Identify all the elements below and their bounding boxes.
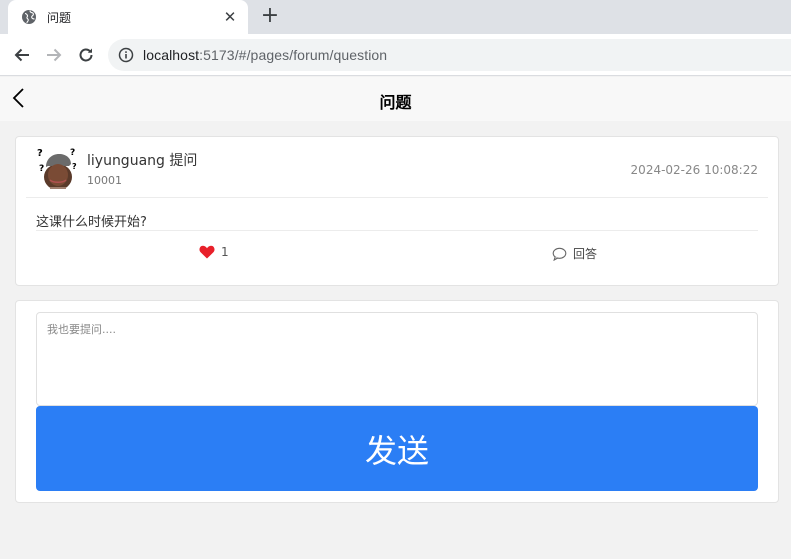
like-button[interactable]: 1 [199,245,229,259]
forward-arrow-icon[interactable] [42,43,66,67]
browser-tab-strip: 问题 ✕ + [0,0,791,34]
ask-card: 发送 [15,300,779,503]
address-bar[interactable]: localhost:5173/#/pages/forum/question [108,39,791,71]
question-card: ? ? ? ? liyunguang 提问 10001 2024-02-26 1… [15,136,779,286]
svg-text:?: ? [70,148,75,158]
url-text: localhost:5173/#/pages/forum/question [143,47,387,63]
tab-close-icon[interactable]: ✕ [222,8,238,26]
info-icon[interactable] [118,47,134,63]
globe-icon [21,9,37,25]
browser-tab[interactable]: 问题 ✕ [8,0,248,34]
page-title: 问题 [379,93,412,112]
divider [26,197,768,198]
svg-text:?: ? [37,148,43,159]
author-id: 10001 [87,174,122,187]
answer-label: 回答 [573,247,598,261]
svg-text:?: ? [72,162,77,171]
reload-icon[interactable] [74,43,98,67]
question-author: liyunguang 提问 [87,153,198,169]
divider [36,230,758,231]
app-header: 问题 [0,77,791,121]
answer-button[interactable]: 回答 [552,245,597,262]
url-path: :5173/#/pages/forum/question [199,47,388,63]
url-host: localhost [143,47,200,63]
question-input[interactable] [36,312,758,406]
tab-title: 问题 [47,10,72,25]
back-arrow-icon[interactable] [10,43,34,67]
send-button[interactable]: 发送 [36,406,758,491]
like-count: 1 [221,245,229,259]
avatar[interactable]: ? ? ? ? [36,147,78,189]
browser-toolbar: localhost:5173/#/pages/forum/question [0,34,791,76]
svg-text:?: ? [39,164,44,174]
question-timestamp: 2024-02-26 10:08:22 [630,163,758,177]
question-text: 这课什么时候开始? [36,215,147,230]
comment-icon [552,247,567,261]
new-tab-button[interactable]: + [258,5,282,29]
heart-icon [199,245,215,259]
